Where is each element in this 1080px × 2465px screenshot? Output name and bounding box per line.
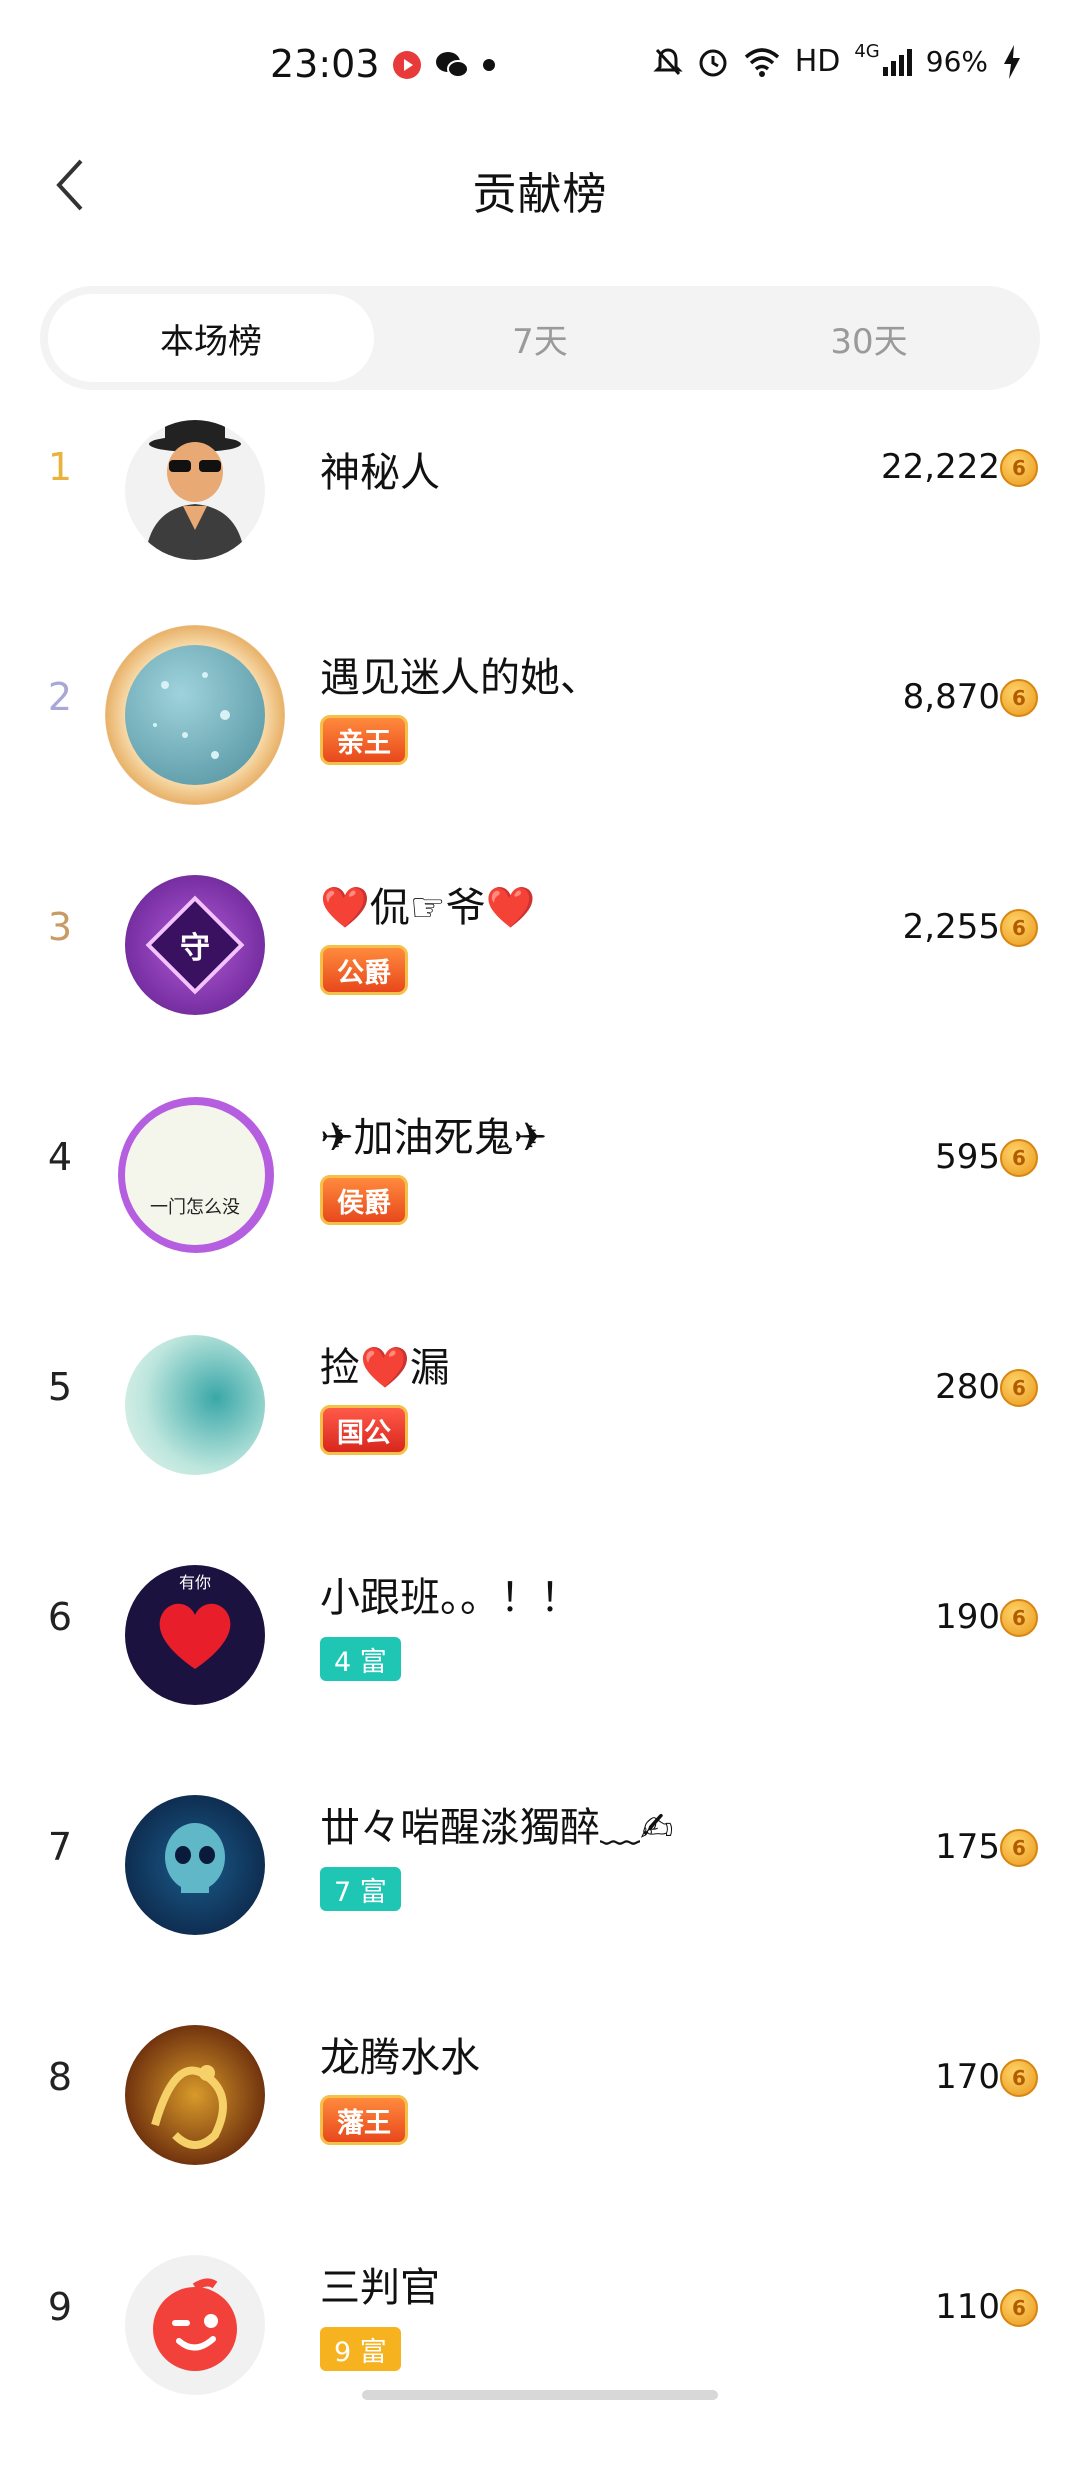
guard-label: 守 — [180, 931, 210, 966]
user-name: ✈加油死鬼✈ — [320, 1115, 548, 1161]
user-name: 三判官 — [320, 2265, 440, 2311]
rank-number: 1 — [47, 445, 73, 489]
avatar-caption: 一门怎么没 — [150, 1197, 240, 1218]
dragon-image — [151, 2065, 227, 2149]
coin-icon: 6 — [1000, 2289, 1038, 2327]
list-item[interactable]: 8 龙腾水水 藩王 170 6 — [0, 2005, 1080, 2235]
user-name: 捡❤️漏 — [320, 1345, 450, 1391]
water-drops-image — [153, 672, 230, 759]
list-item[interactable]: 5 捡❤️漏 国公 280 6 — [0, 1315, 1080, 1545]
avatar: 一门怎么没 — [125, 1105, 265, 1245]
noble-badge: 国公 — [320, 1405, 408, 1455]
avatar — [125, 645, 265, 785]
skull-image — [165, 1823, 225, 1893]
user-name: 小跟班。。！！ — [320, 1575, 580, 1621]
mystery-person-icon — [145, 420, 245, 560]
list-item[interactable]: 6 有你 小跟班。。！！ 4 富 190 6 — [0, 1545, 1080, 1775]
status-time: 23:03 — [270, 42, 380, 86]
user-name: 神秘人 — [320, 450, 440, 496]
avatar — [125, 2255, 265, 2395]
contribution-score: 190 — [935, 1597, 1000, 1637]
network-label: 4G — [854, 41, 880, 62]
list-item[interactable]: 2 遇见迷人的她、 亲王 8,870 6 — [0, 625, 1080, 855]
rank-number: 6 — [47, 1595, 73, 1639]
user-name: 遇见迷人的她、 — [320, 655, 600, 701]
guard-emblem: 守 — [145, 895, 245, 995]
list-item[interactable]: 4 一门怎么没 ✈加油死鬼✈ 侯爵 595 6 — [0, 1085, 1080, 1315]
wink-face-icon — [153, 2278, 237, 2371]
charging-icon — [1004, 44, 1020, 79]
wealth-level-badge: 9 富 — [320, 2327, 401, 2371]
coin-icon: 6 — [1000, 1369, 1038, 1407]
heart-image — [159, 1603, 231, 1669]
coin-icon: 6 — [1000, 679, 1038, 717]
contribution-score: 8,870 — [902, 677, 1000, 717]
coin-icon: 6 — [1000, 1139, 1038, 1177]
avatar — [125, 420, 265, 560]
header: 贡献榜 — [0, 130, 1080, 240]
video-app-icon — [393, 51, 421, 79]
noble-badge: 藩王 — [320, 2095, 408, 2145]
rank-number: 2 — [47, 675, 73, 719]
rank-number: 9 — [47, 2285, 73, 2329]
avatar — [125, 1795, 265, 1935]
noble-badge: 公爵 — [320, 945, 408, 995]
coin-icon: 6 — [1000, 449, 1038, 487]
mute-bell-icon — [653, 47, 683, 75]
coin-icon: 6 — [1000, 1829, 1038, 1867]
user-name: 龙腾水水 — [320, 2035, 480, 2081]
avatar-caption: 有你 — [178, 1573, 211, 1592]
list-item[interactable]: 9 三判官 9 富 110 6 — [0, 2235, 1080, 2465]
battery-label: 96% — [925, 45, 988, 78]
signal-icon — [882, 48, 912, 76]
noble-badge: 侯爵 — [320, 1175, 408, 1225]
dot-icon — [483, 59, 495, 71]
user-name: ❤️侃☞爷❤️ — [320, 885, 536, 931]
rank-number: 4 — [47, 1135, 73, 1179]
avatar — [125, 2025, 265, 2165]
wealth-level-badge: 7 富 — [320, 1867, 401, 1911]
notification-icons — [392, 50, 496, 80]
tab-30-days[interactable]: 30天 — [706, 294, 1032, 382]
avatar: 守 — [125, 875, 265, 1015]
list-item[interactable]: 3 守 ❤️侃☞爷❤️ 公爵 2,255 6 — [0, 855, 1080, 1085]
noble-badge: 亲王 — [320, 715, 408, 765]
wealth-level-badge: 4 富 — [320, 1637, 401, 1681]
hd-label: HD — [794, 44, 841, 79]
ranking-tabs: 本场榜 7天 30天 — [40, 286, 1040, 390]
contribution-score: 280 — [935, 1367, 1000, 1407]
contribution-score: 170 — [935, 2057, 1000, 2097]
avatar — [125, 1335, 265, 1475]
contribution-score: 110 — [935, 2287, 1000, 2327]
contribution-score: 22,222 — [881, 447, 1000, 487]
page-title: 贡献榜 — [472, 169, 608, 220]
coin-icon: 6 — [1000, 2059, 1038, 2097]
status-right: HD 4G 96% — [653, 41, 1022, 79]
wechat-icon — [436, 52, 469, 78]
rank-number: 5 — [47, 1365, 73, 1409]
list-item[interactable]: 1 神秘人 22,222 6 — [0, 395, 1080, 625]
home-indicator[interactable] — [362, 2390, 718, 2400]
coin-icon: 6 — [1000, 1599, 1038, 1637]
contribution-score: 175 — [935, 1827, 1000, 1867]
avatar: 有你 — [125, 1565, 265, 1705]
status-bar: 23:03 HD 4G 96% — [0, 0, 1080, 130]
user-name: 丗々啱醒渁獨醉﹏✍ — [320, 1805, 674, 1851]
list-item[interactable]: 7 丗々啱醒渁獨醉﹏✍ 7 富 175 6 — [0, 1775, 1080, 2005]
contribution-score: 2,255 — [902, 907, 1000, 947]
contribution-score: 595 — [935, 1137, 1000, 1177]
coin-icon: 6 — [1000, 909, 1038, 947]
rank-number: 7 — [47, 1825, 73, 1869]
tab-7-days[interactable]: 7天 — [377, 294, 703, 382]
wifi-icon — [744, 47, 779, 77]
tab-current-session[interactable]: 本场榜 — [48, 294, 374, 382]
rank-number: 8 — [47, 2055, 73, 2099]
rank-number: 3 — [47, 905, 73, 949]
alarm-icon — [699, 49, 727, 76]
